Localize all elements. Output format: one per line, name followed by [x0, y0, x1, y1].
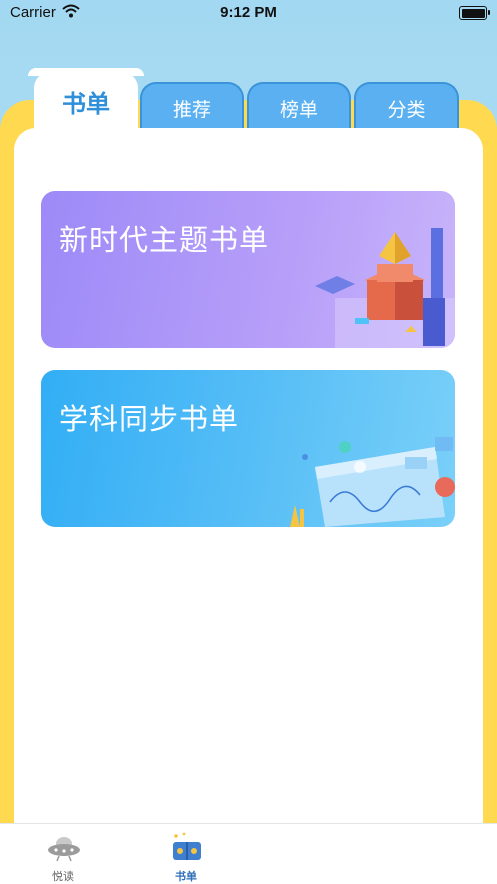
booklist-card-new-era[interactable]: 新时代主题书单	[41, 191, 455, 348]
building-illustration-icon	[315, 228, 455, 348]
newspaper-illustration-icon	[290, 437, 455, 527]
clock: 9:12 PM	[220, 4, 277, 21]
status-bar: Carrier 9:12 PM	[0, 0, 497, 26]
tabbar-label: 悦读	[52, 870, 74, 883]
tabbar-item-booklist[interactable]: 书单	[141, 824, 231, 884]
card-title: 学科同步书单	[59, 402, 240, 436]
bottom-tab-bar: 悦读 书单	[0, 823, 497, 884]
ufo-icon	[48, 837, 80, 862]
tabbar-label: 书单	[175, 870, 197, 883]
card-title: 新时代主题书单	[59, 223, 270, 257]
tabbar-item-reading[interactable]: 悦读	[18, 824, 108, 884]
booklist-card-subject[interactable]: 学科同步书单	[41, 370, 455, 527]
battery-icon	[459, 6, 490, 20]
tab-booklist[interactable]: 书单	[28, 68, 144, 136]
book-icon	[173, 832, 201, 860]
